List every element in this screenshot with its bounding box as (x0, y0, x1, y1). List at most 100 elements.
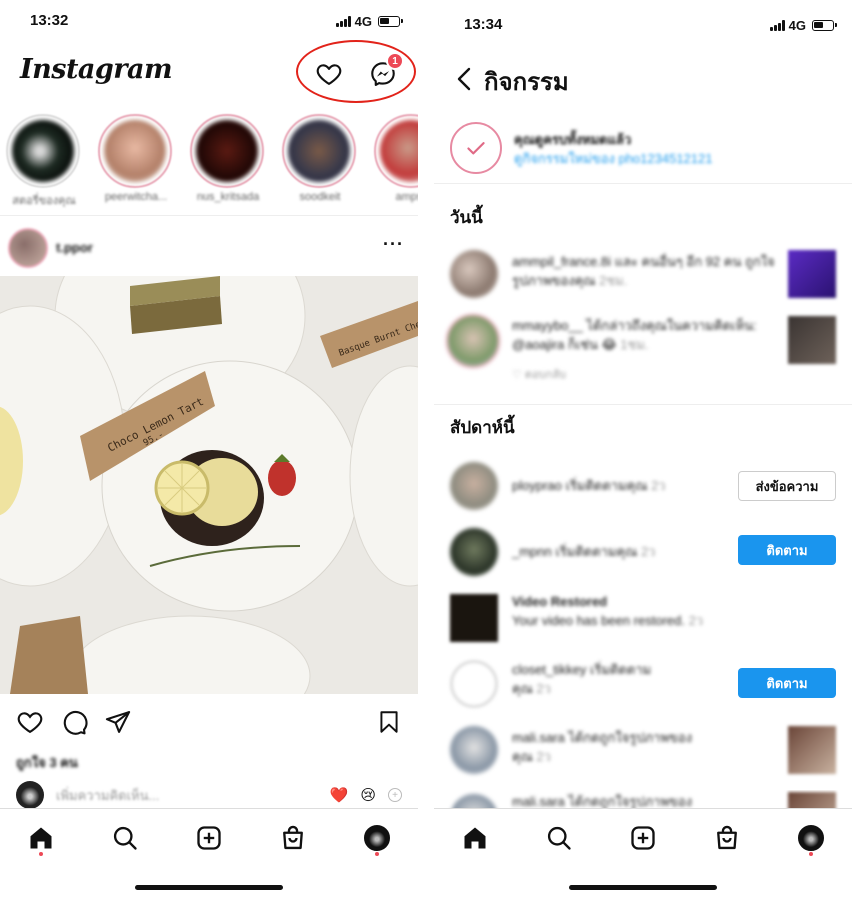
activity-avatar (450, 528, 498, 576)
activity-time: 2ว (688, 613, 704, 628)
activity-title: Video Restored (512, 594, 608, 609)
add-comment-row: เพิ่มความคิดเห็น... ❤️ 😢 + (16, 780, 402, 810)
activity-header: กิจกรรม (434, 60, 852, 100)
search-icon[interactable] (544, 823, 574, 853)
comment-input[interactable]: เพิ่มความคิดเห็น... (56, 785, 318, 806)
tab-bar (434, 808, 852, 868)
home-icon[interactable] (460, 823, 490, 853)
profile-notification-dot (809, 852, 813, 856)
activity-item[interactable]: mali.sara ได้กดถูกใจรูปภาพของคุณ 2ว (434, 724, 852, 776)
activity-item[interactable]: ammpil_france.8i และ คนอื่นๆ อีก 92 คน ถ… (434, 248, 852, 304)
story-avatar (104, 120, 166, 182)
screen-divider (418, 0, 434, 900)
profile-tab-avatar[interactable] (362, 823, 392, 853)
story-item[interactable]: nus_kritsada (190, 114, 266, 203)
activity-text: _mpnn เริ่มติดตามคุณ (512, 544, 638, 559)
shop-icon[interactable] (278, 823, 308, 853)
more-options-icon[interactable]: ··· (383, 234, 404, 255)
shop-icon[interactable] (712, 823, 742, 853)
dessert-photo: Choco Lemon Tart 95.- Basque Burnt Chees… (0, 276, 418, 694)
activity-avatar (450, 462, 498, 510)
post-thumbnail[interactable] (788, 726, 836, 774)
activity-screen: 13:34 4G กิจกรรม คุณดูครบทั้งหมดแล้ว ดูก… (434, 0, 852, 900)
home-notification-dot (39, 852, 43, 856)
activity-avatar (450, 726, 498, 774)
post-thumbnail[interactable] (788, 250, 836, 298)
profile-notification-dot (375, 852, 379, 856)
create-post-icon[interactable] (628, 823, 658, 853)
status-time: 13:34 (464, 16, 503, 33)
instagram-logo: Instagram (20, 54, 173, 85)
story-item[interactable]: soodkeit (282, 114, 358, 203)
post-thumbnail[interactable] (788, 316, 836, 364)
activity-time: 1ชม. (620, 337, 649, 352)
story-avatar (380, 120, 418, 182)
story-item[interactable]: peerwitcha... (98, 114, 174, 203)
battery-icon (812, 20, 837, 31)
post-actions (0, 706, 418, 738)
activity-item[interactable]: mmayybo__ ได้กล่าวถึงคุณในความคิดเห็น: @… (434, 312, 852, 392)
home-icon[interactable] (26, 823, 56, 853)
story-name: peerwitcha... (104, 191, 168, 203)
profile-tab-avatar[interactable] (796, 823, 826, 853)
activity-item[interactable]: mali.sara ได้กดถูกใจรูปภาพของคุณ (434, 790, 852, 810)
my-avatar (16, 781, 44, 809)
follow-button[interactable]: ติดตาม (738, 668, 836, 698)
story-name: สตอรี่ของคุณ (12, 195, 76, 207)
tab-bar (0, 808, 418, 868)
page-title: กิจกรรม (484, 69, 569, 96)
home-indicator (135, 885, 283, 890)
status-bar: 13:34 4G (434, 0, 852, 44)
section-today: วันนี้ (450, 208, 483, 227)
story-item[interactable]: ampsu (374, 114, 418, 203)
activity-time: 2ว (651, 478, 666, 493)
activity-text: ployprao เริ่มติดตามคุณ (512, 478, 648, 493)
activity-time: 2ว (536, 681, 551, 696)
status-bar: 13:32 4G (0, 0, 418, 44)
video-thumbnail (450, 594, 498, 642)
back-chevron-icon[interactable] (456, 66, 472, 97)
add-emoji-icon[interactable]: + (388, 788, 402, 802)
activity-item[interactable]: ployprao เริ่มติดตามคุณ 2ว ส่งข้อความ (434, 460, 852, 512)
reply-link[interactable]: ตอบกลับ (525, 369, 566, 381)
story-item[interactable]: สตอรี่ของคุณ (6, 114, 82, 209)
post-header: t.ppor ··· (0, 224, 418, 272)
emoji-heart[interactable]: ❤️ (330, 786, 349, 804)
like-icon[interactable] (16, 708, 44, 741)
share-icon[interactable] (104, 708, 132, 741)
comment-icon[interactable] (60, 708, 88, 741)
checkmark-icon (450, 122, 502, 174)
request-title: คุณดูครบทั้งหมดแล้ว (514, 132, 632, 147)
post-username[interactable]: t.ppor (56, 240, 93, 255)
activity-time: 2ว (536, 749, 551, 764)
save-bookmark-icon[interactable] (376, 708, 402, 741)
emoji-cry[interactable]: 😢 (360, 786, 376, 804)
activity-text: ammpil_france.8i และ คนอื่นๆ อีก 92 คน ถ… (512, 254, 775, 288)
activity-text: closet_tikkey เริ่มติดตามคุณ (512, 662, 652, 696)
search-icon[interactable] (110, 823, 140, 853)
story-name: soodkeit (299, 191, 341, 203)
battery-icon (378, 16, 403, 27)
status-time: 13:32 (30, 12, 69, 29)
follow-button[interactable]: ติดตาม (738, 535, 836, 565)
highlight-annotation (296, 40, 416, 103)
activity-item[interactable]: closet_tikkey เริ่มติดตามคุณ 2ว ติดตาม (434, 658, 852, 710)
activity-avatar (446, 314, 500, 368)
create-post-icon[interactable] (194, 823, 224, 853)
message-button[interactable]: ส่งข้อความ (738, 471, 836, 501)
post-image[interactable]: Choco Lemon Tart 95.- Basque Burnt Chees… (0, 276, 418, 694)
activity-item[interactable]: _mpnn เริ่มติดตามคุณ 2ว ติดตาม (434, 526, 852, 578)
follow-requests-row[interactable]: คุณดูครบทั้งหมดแล้ว ดูกิจกรรมใหม่ของ pho… (434, 122, 852, 184)
post-avatar[interactable] (8, 228, 48, 268)
activity-item[interactable]: Video Restored Your video has been resto… (434, 592, 852, 644)
activity-text: Your video has been restored. (512, 613, 685, 628)
network-type: 4G (354, 14, 372, 29)
story-avatar (12, 120, 74, 182)
feed-screen: 13:32 4G Instagram 1 สตอรี่ของคุณ peerwi… (0, 0, 418, 900)
likes-count[interactable]: ถูกใจ 3 คน (16, 752, 78, 773)
home-indicator (569, 885, 717, 890)
request-subtitle[interactable]: ดูกิจกรรมใหม่ของ pho1234512121 (514, 149, 712, 168)
story-name: ampsu (395, 191, 418, 203)
network-type: 4G (788, 18, 806, 33)
story-name: nus_kritsada (196, 191, 260, 203)
